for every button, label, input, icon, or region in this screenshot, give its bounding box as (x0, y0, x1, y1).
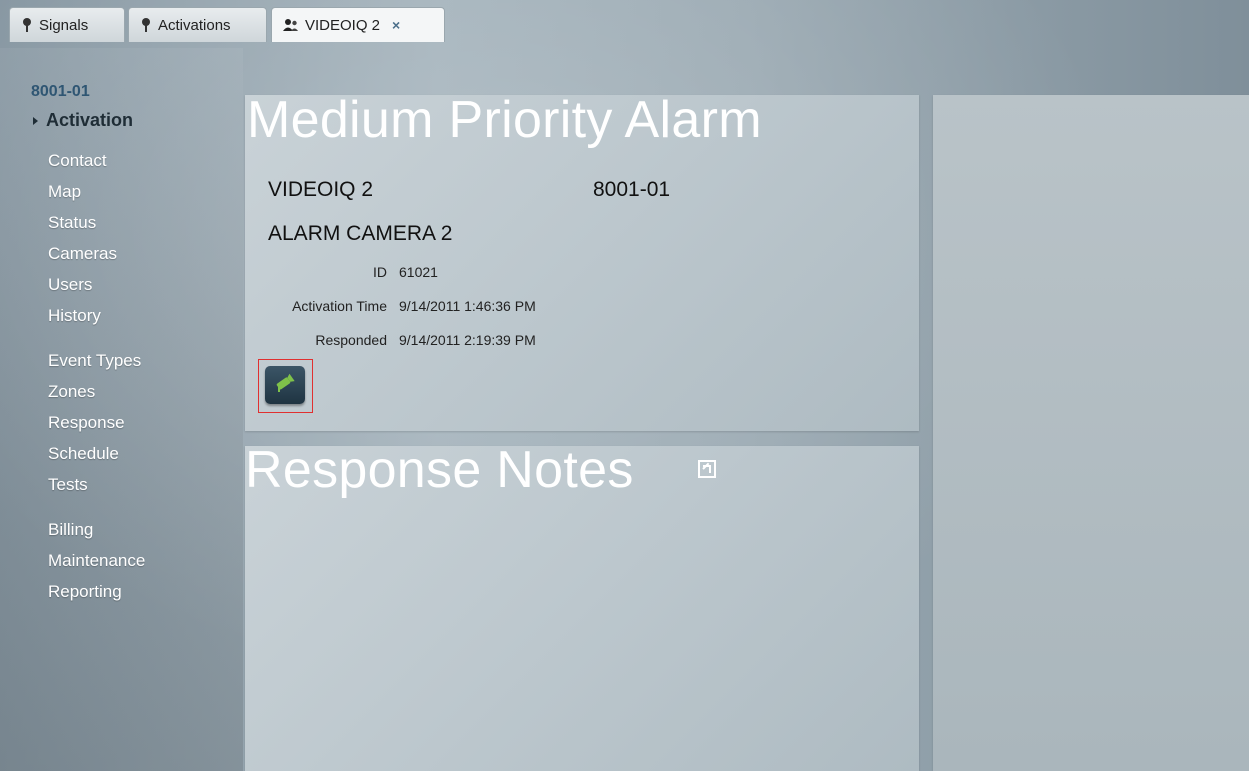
field-label-id: ID (373, 264, 387, 280)
tab-activations[interactable]: Activations (128, 7, 267, 42)
sidebar-item-event-types[interactable]: Event Types (48, 351, 141, 371)
sidebar-item-reporting[interactable]: Reporting (48, 582, 122, 602)
sidebar-item-response[interactable]: Response (48, 413, 125, 433)
field-label-activation-time: Activation Time (292, 298, 387, 314)
right-panel (933, 95, 1249, 771)
tab-label: Signals (39, 16, 89, 34)
tab-signals[interactable]: Signals (9, 7, 125, 42)
tab-label: VIDEOIQ 2 (305, 16, 381, 34)
response-notes-title: Response Notes (245, 441, 634, 499)
sidebar-item-history[interactable]: History (48, 306, 101, 326)
sidebar: 8001-01 Activation Contact Map Status Ca… (0, 48, 243, 771)
sidebar-item-tests[interactable]: Tests (48, 475, 88, 495)
site-code: 8001-01 (31, 83, 90, 100)
field-value-id: 61021 (399, 264, 438, 280)
alarm-title: Medium Priority Alarm (247, 91, 762, 149)
site-name: VIDEOIQ 2 (268, 178, 374, 201)
pin-icon (20, 17, 34, 33)
sidebar-item-contact[interactable]: Contact (48, 151, 107, 171)
zone-name: ALARM CAMERA 2 (268, 222, 453, 245)
external-link-icon[interactable] (698, 460, 716, 478)
sidebar-item-zones[interactable]: Zones (48, 382, 95, 402)
tab-bar: Signals Activations VIDEOIQ 2 × (0, 0, 1249, 48)
camera-icon (274, 373, 296, 398)
camera-button-face[interactable] (265, 366, 305, 404)
sidebar-item-label: Activation (46, 110, 134, 130)
users-icon (282, 17, 300, 33)
sidebar-item-maintenance[interactable]: Maintenance (48, 551, 145, 571)
sidebar-item-schedule[interactable]: Schedule (48, 444, 119, 464)
sidebar-item-map[interactable]: Map (48, 182, 81, 202)
site-number: 8001-01 (593, 178, 671, 201)
sidebar-item-activation[interactable]: Activation (33, 110, 133, 131)
tab-label: Activations (158, 16, 231, 34)
close-icon[interactable]: × (392, 17, 400, 33)
pin-icon (139, 17, 153, 33)
caret-right-icon (33, 116, 38, 125)
sidebar-item-status[interactable]: Status (48, 213, 96, 233)
field-value-responded: 9/14/2011 2:19:39 PM (399, 332, 536, 348)
field-label-responded: Responded (315, 332, 387, 348)
field-value-activation-time: 9/14/2011 1:46:36 PM (399, 298, 536, 314)
tab-videoiq-2[interactable]: VIDEOIQ 2 × (271, 7, 445, 42)
sidebar-item-cameras[interactable]: Cameras (48, 244, 117, 264)
sidebar-item-billing[interactable]: Billing (48, 520, 93, 540)
camera-button[interactable] (258, 359, 313, 413)
sidebar-item-users[interactable]: Users (48, 275, 92, 295)
